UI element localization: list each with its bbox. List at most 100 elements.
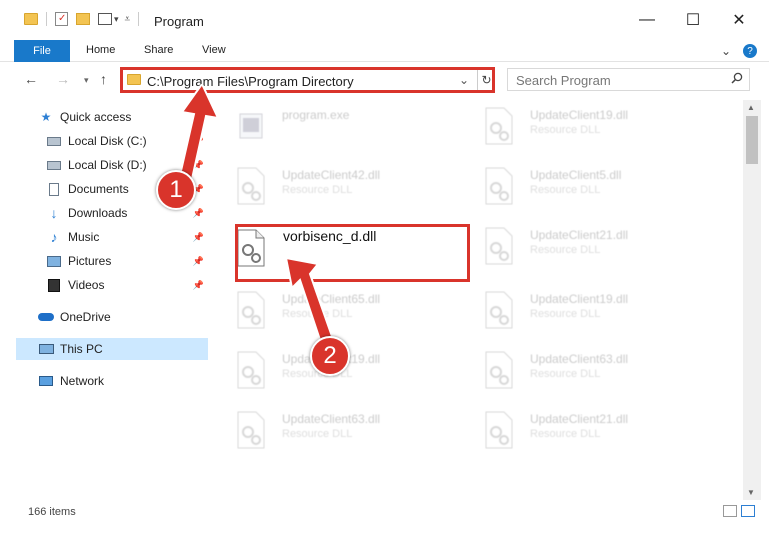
network-icon [38,374,54,388]
vertical-scrollbar[interactable]: ▲ ▼ [743,100,761,500]
dll-gear-icon [234,166,268,206]
sidebar-item-label: Network [60,374,105,388]
tab-view[interactable]: View [202,44,226,56]
file-type: Resource DLL [530,308,601,320]
tab-file[interactable]: File [14,40,70,62]
file-name: UpdateClient19.dll [530,292,629,306]
file-type: Resource DLL [282,184,353,196]
video-icon [46,278,62,292]
sidebar-item-music[interactable]: ♪ Music 📌 [46,226,208,248]
callout-badge-2: 2 [310,336,350,376]
sidebar-item-this-pc[interactable]: This PC [16,338,208,360]
search-icon[interactable] [731,72,743,87]
sidebar-item-label: Music [68,230,100,244]
file-item[interactable]: UpdateClient42.dll Resource DLL [210,160,440,214]
expand-ribbon-icon[interactable]: ⌄ [721,44,731,58]
ribbon-tabs: File Home Share View ⌄ ? [0,40,769,62]
star-icon: ★ [40,110,52,124]
item-count: 166 items [28,506,76,518]
file-name-vorbisenc[interactable]: vorbisenc_d.dll [283,228,376,244]
sidebar-item-pictures[interactable]: Pictures 📌 [46,250,208,272]
new-folder-icon[interactable] [76,13,90,25]
music-icon: ♪ [50,229,58,245]
pin-icon: 📌 [192,207,204,218]
minimize-button[interactable]: — [624,0,670,40]
file-name: UpdateClient42.dll [282,168,381,182]
file-name: program.exe [282,108,350,122]
forward-arrow-icon[interactable]: → [56,71,70,87]
search-input[interactable]: Search Program [516,73,611,88]
help-icon[interactable]: ? [743,44,757,58]
chevron-down-icon[interactable]: ▾ [114,14,119,25]
file-name: UpdateClient5.dll [530,168,622,182]
sidebar-item-videos[interactable]: Videos 📌 [46,274,208,296]
sidebar-item-label: Videos [68,278,105,292]
file-type: Resource DLL [530,124,601,136]
sidebar-item-onedrive[interactable]: OneDrive [38,306,208,328]
file-item[interactable]: UpdateClient63.dll Resource DLL [210,404,440,458]
scroll-down-icon[interactable]: ▼ [747,488,755,497]
maximize-button[interactable]: ☐ [670,0,716,40]
window-title: Program [154,14,204,29]
close-button[interactable]: ✕ [716,0,762,40]
sidebar-item-label: Documents [68,182,129,196]
file-item[interactable]: UpdateClient63.dll Resource DLL [458,344,688,398]
sidebar-item-label: Local Disk (D:) [68,158,147,172]
file-name: UpdateClient63.dll [282,412,381,426]
file-type: Resource DLL [530,428,601,440]
scroll-up-icon[interactable]: ▲ [747,103,755,112]
separator [46,12,47,26]
file-item[interactable]: UpdateClient19.dll Resource DLL [458,284,688,338]
dll-gear-icon [482,410,516,450]
sidebar-item-network[interactable]: Network [38,370,208,392]
scroll-thumb[interactable] [746,116,758,164]
file-name: UpdateClient19.dll [530,108,629,122]
sidebar-item-label: Quick access [60,110,132,124]
file-type: Resource DLL [530,368,601,380]
folder-icon[interactable] [24,13,38,25]
quick-access-toolbar: ✓ ▾ ⩡ [24,12,140,26]
dll-gear-icon [482,106,516,146]
sidebar-item-label: Local Disk (C:) [68,134,147,148]
tab-home[interactable]: Home [86,44,115,56]
document-icon [46,182,62,196]
file-type: Resource DLL [530,184,601,196]
customize-toolbar-icon[interactable]: ⩡ [125,14,131,25]
separator [138,12,140,26]
status-bar: 166 items [0,500,769,540]
drive-icon [46,158,62,172]
file-name: UpdateClient21.dll [530,228,629,242]
dll-gear-icon [234,350,268,390]
callout-badge-1: 1 [156,170,196,210]
file-item[interactable]: program.exe [210,100,440,154]
pin-icon: 📌 [192,231,204,242]
details-view-icon[interactable] [723,505,737,517]
chevron-down-icon[interactable]: ⌄ [459,73,469,87]
properties-icon[interactable]: ✓ [55,12,68,26]
folder-icon [127,74,141,85]
dll-gear-icon [234,290,268,330]
file-name: UpdateClient63.dll [530,352,629,366]
computer-icon [38,342,54,356]
file-item[interactable]: UpdateClient19.dll Resource DLL [458,100,688,154]
file-item[interactable]: UpdateClient21.dll Resource DLL [458,220,688,274]
file-item[interactable]: UpdateClient5.dll Resource DLL [458,160,688,214]
back-arrow-icon[interactable]: ← [24,71,38,87]
large-icons-view-icon[interactable] [741,505,755,517]
refresh-button[interactable]: ↻ [477,70,495,90]
file-item[interactable]: UpdateClient21.dll Resource DLL [458,404,688,458]
file-type: Resource DLL [530,244,601,256]
sidebar-item-label: Downloads [68,206,128,220]
download-icon: ↓ [50,205,58,221]
tab-share[interactable]: Share [144,44,173,56]
file-name: UpdateClient21.dll [530,412,629,426]
up-arrow-icon[interactable]: ↑ [100,71,107,87]
search-box[interactable]: Search Program [507,68,750,91]
view-options-icon[interactable] [98,13,112,25]
sidebar-item-label: This PC [60,342,103,356]
cloud-icon [38,310,54,324]
recent-locations-icon[interactable]: ▾ [84,75,89,86]
dll-gear-icon [234,410,268,450]
dll-gear-icon [482,226,516,266]
sidebar-item-label: OneDrive [60,310,111,324]
